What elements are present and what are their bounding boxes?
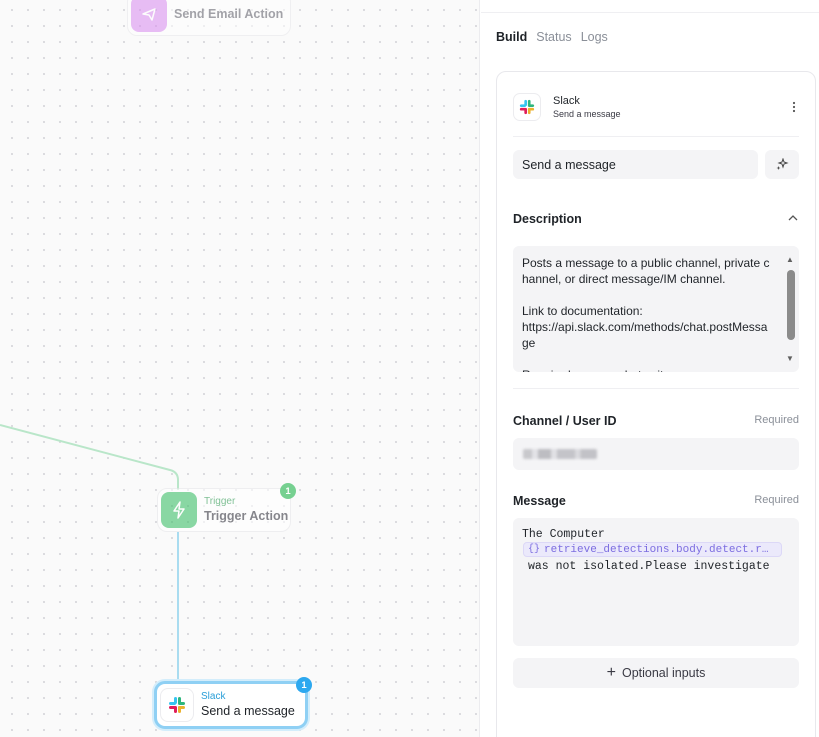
divider [513,388,799,389]
required-tag: Required [754,494,799,506]
plus-icon: + [606,664,616,681]
trigger-badge: 1 [280,483,296,499]
node-title: Trigger Action [204,509,289,523]
required-tag: Required [754,414,799,426]
edge-layer [0,424,179,684]
message-editor[interactable]: The Computer {} retrieve_detections.body… [513,518,799,646]
variable-chip[interactable]: {} retrieve_detections.body.detect.routi… [523,542,782,557]
send-icon [131,0,167,32]
redacted-channel-value [523,449,597,459]
action-name-input[interactable] [513,150,758,179]
description-box[interactable]: Posts a message to a public channel, pri… [513,246,799,372]
panel-divider [481,12,819,13]
message-label: Message [513,494,566,508]
sparkle-icon [776,157,789,170]
description-text: Posts a message to a public channel, pri… [522,256,770,372]
channel-label: Channel / User ID [513,414,617,428]
description-label: Description [513,212,582,226]
action-panel: Build Status Logs Slack Send a message S… [481,0,819,737]
panel-tabs: Build Status Logs [496,30,608,44]
workflow-canvas[interactable]: Send Email Action Trigger Trigger Action… [0,0,480,737]
braces-icon: {} [528,544,541,555]
scroll-up-arrow[interactable]: ▲ [785,255,795,265]
bolt-icon [161,492,197,528]
app-name: Slack [553,95,580,107]
node-subtitle: Trigger [204,496,236,507]
divider [513,136,799,137]
node-subtitle: Slack [201,691,226,702]
slack-icon [513,93,541,121]
edge-to-trigger [0,424,179,490]
scroll-down-arrow[interactable]: ▼ [785,354,795,364]
channel-input[interactable] [513,438,799,470]
tab-logs[interactable]: Logs [581,30,608,44]
more-options-icon[interactable] [785,98,803,116]
chevron-up-icon[interactable] [785,210,801,226]
ai-assist-button[interactable] [765,150,799,179]
slack-icon [160,688,194,722]
app-header: Slack Send a message [513,90,803,124]
tab-build[interactable]: Build [496,30,527,44]
scrollbar-thumb[interactable] [787,270,795,340]
tab-status[interactable]: Status [536,30,571,44]
send-email-node[interactable]: Send Email Action [127,0,291,36]
message-text: The Computer [522,528,605,541]
app-action: Send a message [553,109,621,119]
slack-badge: 1 [296,677,312,693]
message-text: was not isolated.Please investigate [528,560,770,573]
variable-path: retrieve_detections.body.detect.routing [544,543,774,556]
optional-inputs-button[interactable]: + Optional inputs [513,658,799,688]
node-title: Send a message [201,704,295,718]
trigger-node[interactable]: Trigger Trigger Action [157,488,291,532]
optional-inputs-label: Optional inputs [621,666,706,680]
slack-node[interactable]: Slack Send a message [154,681,308,729]
action-card: Slack Send a message Description Posts a… [496,71,816,737]
node-title: Send Email Action [174,7,284,21]
